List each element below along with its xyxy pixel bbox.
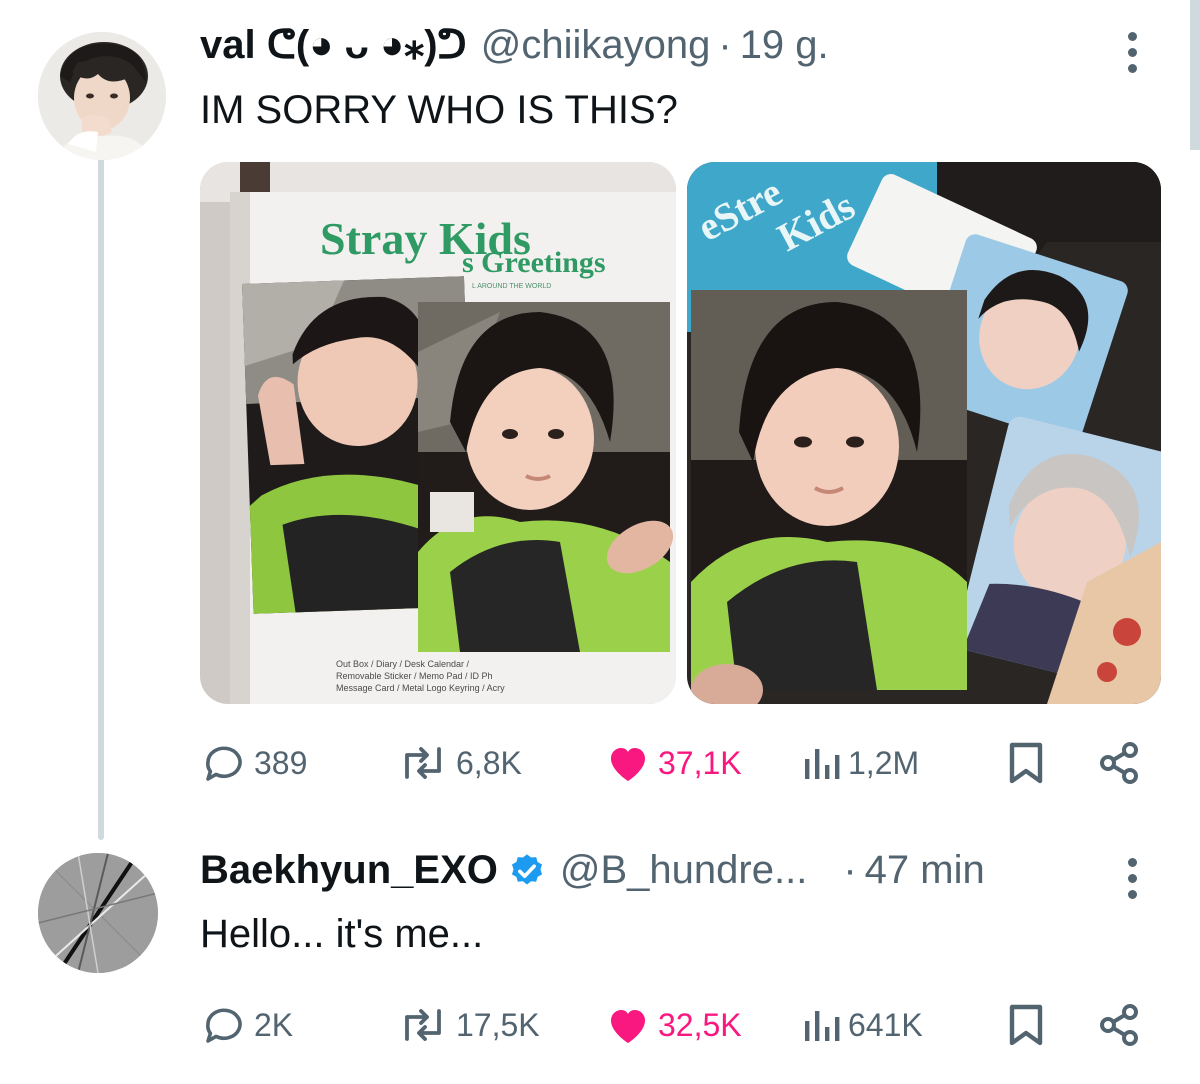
like-count: 37,1K <box>658 744 742 781</box>
share-icon <box>1100 1004 1138 1046</box>
bookmark-icon <box>1009 1004 1043 1046</box>
repost-button[interactable]: 6,8K <box>396 738 522 788</box>
tweet-actions: 389 6,8K 37,1K 1,2M <box>200 738 1160 788</box>
verified-badge-icon <box>511 853 542 884</box>
share-button[interactable] <box>1096 738 1144 788</box>
avatar-logo <box>38 853 158 973</box>
like-button[interactable]: 37,1K <box>604 738 742 788</box>
reply-count: 389 <box>254 744 308 781</box>
photo-album-photocards: Stray Kids s Greetings L AROUND THE WORL… <box>200 162 676 704</box>
repost-icon <box>405 1009 441 1041</box>
separator-dot: · <box>718 22 732 67</box>
album-tagline: L AROUND THE WORLD <box>472 283 551 290</box>
tweet-image-2[interactable]: eStre Kids <box>687 162 1161 704</box>
tweet-text: Hello... it's me... <box>200 912 484 956</box>
timestamp[interactable]: 47 min <box>865 848 985 893</box>
views-button[interactable]: 641K <box>800 1000 923 1050</box>
repost-icon <box>405 747 441 779</box>
view-count: 641K <box>848 1006 923 1043</box>
tweet-header: val ᕦ(◕ ᴗ ◕⁎)ᕤ @chiikayong · 19 g. <box>200 22 829 68</box>
tweet-image-1[interactable]: Stray Kids s Greetings L AROUND THE WORL… <box>200 162 676 704</box>
reply-icon <box>206 746 242 781</box>
avatar-photo <box>38 32 166 160</box>
album-contents-line-1: Out Box / Diary / Desk Calendar / <box>336 659 470 669</box>
user-handle[interactable]: @B_hundre... <box>560 848 807 893</box>
reply-button[interactable]: 389 <box>200 738 307 788</box>
bookmark-button[interactable] <box>1006 738 1046 788</box>
reply-icon <box>206 1008 242 1043</box>
photo-photocards-closeup: eStre Kids <box>687 162 1161 704</box>
heart-icon <box>611 1010 645 1043</box>
more-options-icon[interactable] <box>1128 32 1140 73</box>
views-icon <box>805 1011 840 1041</box>
thread-connector-line <box>98 150 104 840</box>
user-handle[interactable]: @chiikayong <box>481 23 711 68</box>
avatar[interactable] <box>38 32 166 160</box>
like-button[interactable]: 32,5K <box>604 1000 742 1050</box>
scrollbar[interactable] <box>1190 0 1200 150</box>
share-button[interactable] <box>1096 1000 1144 1050</box>
bookmark-icon <box>1009 742 1043 784</box>
display-name[interactable]: val ᕦ(◕ ᴗ ◕⁎)ᕤ <box>200 22 467 68</box>
repost-button[interactable]: 17,5K <box>396 1000 540 1050</box>
repost-count: 6,8K <box>456 744 522 781</box>
display-name[interactable]: Baekhyun_EXO <box>200 848 498 893</box>
reply-count: 2K <box>254 1006 294 1043</box>
timestamp[interactable]: 19 g. <box>740 23 829 68</box>
reply-button[interactable]: 2K <box>200 1000 293 1050</box>
views-icon <box>805 749 840 779</box>
tweet-actions: 2K 17,5K 32,5K 641K <box>200 1000 1160 1050</box>
bookmark-button[interactable] <box>1006 1000 1046 1050</box>
view-count: 1,2M <box>848 744 920 781</box>
album-contents-line-2: Removable Sticker / Memo Pad / ID Ph <box>336 671 493 681</box>
heart-icon <box>611 748 645 781</box>
album-greeting-text: s Greetings <box>462 246 606 279</box>
album-contents-line-3: Message Card / Metal Logo Keyring / Acry <box>336 683 505 693</box>
tweet-text: IM SORRY WHO IS THIS? <box>200 88 678 132</box>
like-count: 32,5K <box>658 1006 742 1043</box>
more-options-icon[interactable] <box>1128 858 1140 899</box>
tweet-header: Baekhyun_EXO @B_hundre... · 47 min <box>200 848 985 893</box>
views-button[interactable]: 1,2M <box>800 738 919 788</box>
separator-dot: · <box>843 848 857 892</box>
share-icon <box>1100 742 1138 784</box>
repost-count: 17,5K <box>456 1006 540 1043</box>
avatar[interactable] <box>38 853 158 973</box>
